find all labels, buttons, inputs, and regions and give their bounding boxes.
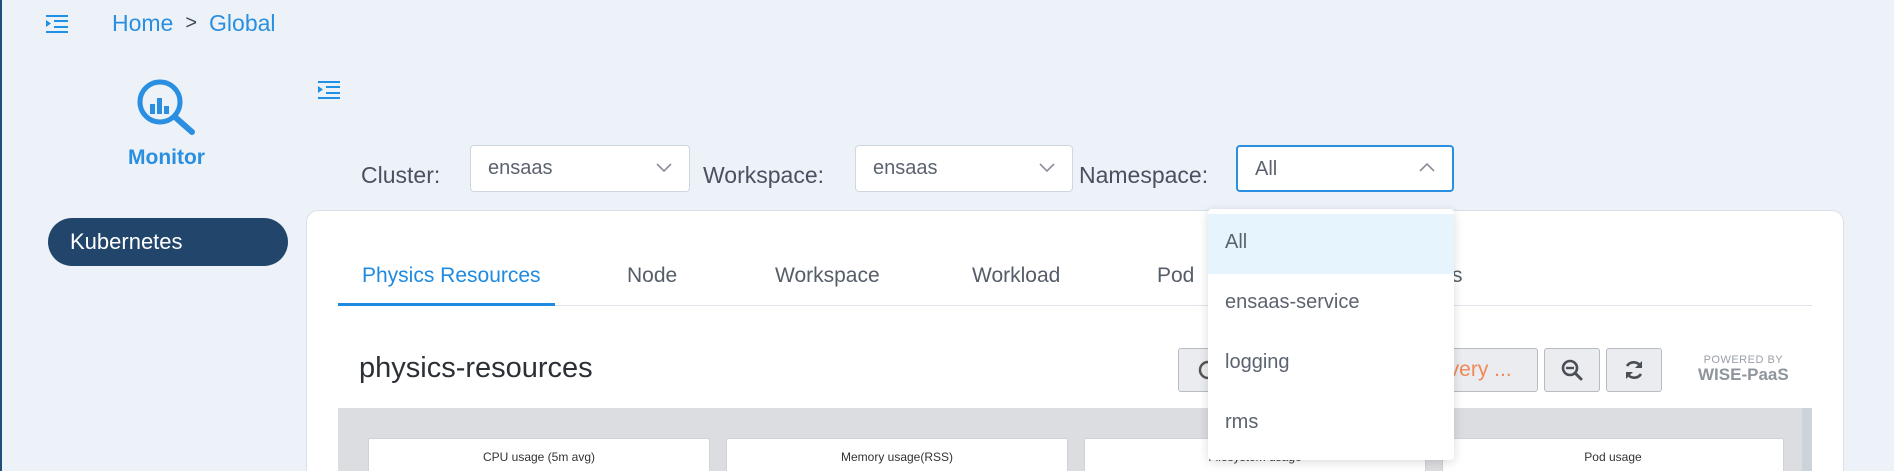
- app-label: Monitor: [128, 146, 205, 169]
- refresh-icon: [1625, 361, 1643, 379]
- chevron-up-icon: [1419, 162, 1435, 172]
- powered-by-logo: POWERED BY WISE-PaaS: [1698, 354, 1789, 385]
- namespace-select[interactable]: All: [1236, 145, 1454, 192]
- menu-toggle-icon[interactable]: [46, 14, 68, 34]
- workspace-select-value: ensaas: [873, 157, 938, 179]
- namespace-label: Namespace:: [1079, 162, 1209, 188]
- cluster-select[interactable]: ensaas: [470, 145, 690, 192]
- breadcrumb-home[interactable]: Home: [112, 10, 173, 37]
- brand-text: WISE-PaaS: [1698, 365, 1789, 384]
- cluster-label: Cluster:: [361, 162, 441, 188]
- tab-workspace[interactable]: Workspace: [775, 264, 880, 288]
- namespace-select-value: All: [1255, 158, 1278, 180]
- refresh-button[interactable]: [1606, 348, 1662, 392]
- namespace-dropdown: All ensaas-service logging rms: [1208, 209, 1454, 460]
- cluster-select-value: ensaas: [488, 157, 553, 179]
- breadcrumb-current[interactable]: Global: [209, 10, 275, 37]
- workspace-label: Workspace:: [703, 162, 825, 188]
- panel-memory-usage[interactable]: Memory usage(RSS): [726, 438, 1068, 471]
- panel-cpu-usage[interactable]: CPU usage (5m avg): [368, 438, 710, 471]
- panel-pod-usage[interactable]: Pod usage: [1442, 438, 1784, 471]
- breadcrumb: Home > Global: [112, 10, 276, 37]
- zoom-out-icon: [1561, 359, 1583, 381]
- tab-workload[interactable]: Workload: [972, 264, 1060, 288]
- breadcrumb-separator: >: [185, 12, 198, 34]
- monitor-logo-icon: [137, 79, 195, 135]
- sidebar-item-kubernetes[interactable]: Kubernetes: [48, 218, 288, 266]
- tab-physics-resources[interactable]: Physics Resources: [362, 264, 541, 288]
- workspace-select[interactable]: ensaas: [855, 145, 1073, 192]
- tab-pod[interactable]: Pod: [1157, 264, 1194, 288]
- chevron-down-icon: [656, 163, 672, 173]
- zoom-out-button[interactable]: [1544, 348, 1600, 392]
- namespace-option-rms[interactable]: rms: [1208, 394, 1454, 454]
- namespace-option-logging[interactable]: logging: [1208, 334, 1454, 394]
- active-tab-indicator: [338, 303, 555, 306]
- tab-node[interactable]: Node: [627, 264, 677, 288]
- tab-bar: Physics Resources Node Workspace Workloa…: [338, 258, 1812, 306]
- collapse-menu-icon[interactable]: [318, 80, 340, 100]
- namespace-option-all[interactable]: All: [1208, 214, 1454, 274]
- chevron-down-icon: [1039, 163, 1055, 173]
- namespace-option-ensaas-service[interactable]: ensaas-service: [1208, 274, 1454, 334]
- dashboard-title: physics-resources: [359, 352, 593, 384]
